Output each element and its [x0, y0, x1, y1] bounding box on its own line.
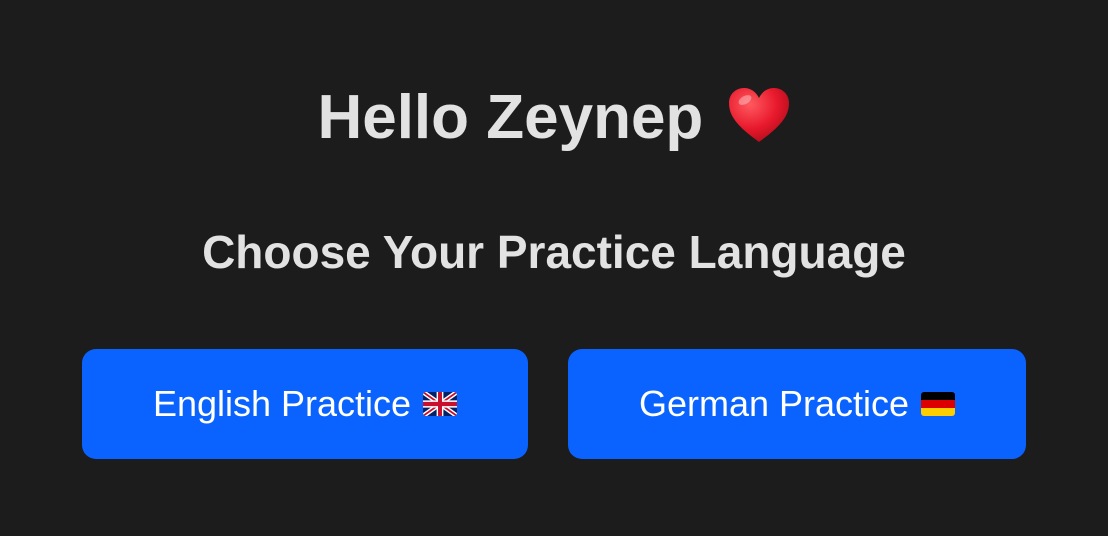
red-heart-icon	[727, 84, 791, 142]
uk-flag-icon	[423, 392, 458, 416]
germany-flag-icon	[921, 392, 956, 416]
english-practice-label: English Practice	[152, 383, 412, 424]
greeting-heading: Hello Zeynep	[0, 78, 1108, 158]
german-practice-label: German Practice	[638, 383, 910, 424]
german-practice-button[interactable]: German Practice	[568, 349, 1026, 459]
greeting-text: Hello Zeynep	[317, 83, 704, 152]
english-practice-button[interactable]: English Practice	[82, 349, 528, 459]
subtitle: Choose Your Practice Language	[202, 226, 906, 278]
